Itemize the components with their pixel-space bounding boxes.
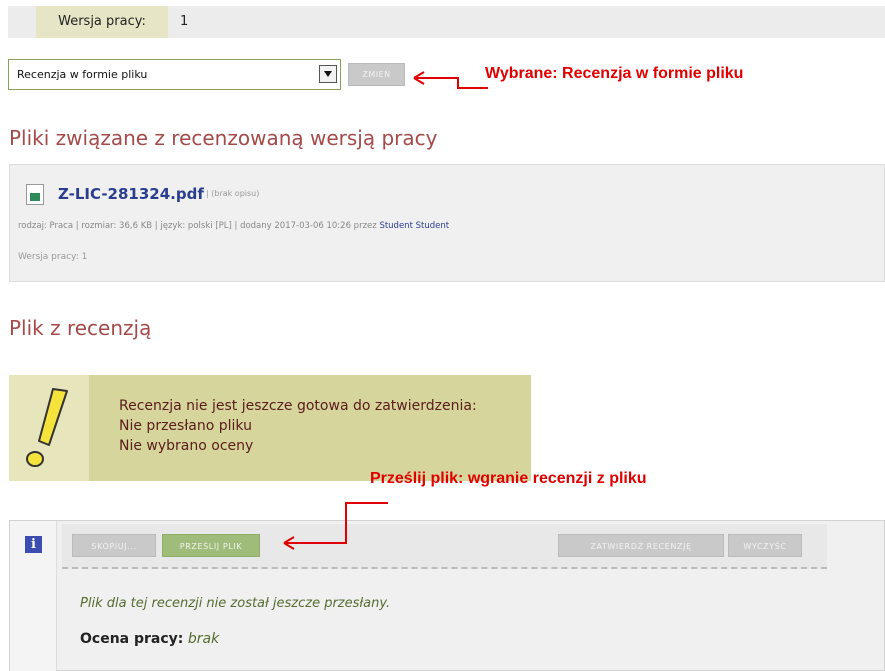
review-type-select[interactable]: Recenzja w formie pliku (8, 59, 341, 90)
warning-box: Recenzja nie jest jeszcze gotowa do zatw… (9, 375, 531, 481)
file-box: Z-LIC-281324.pdf | (brak opisu) rodzaj: … (9, 164, 885, 282)
file-meta: rodzaj: Praca | rozmiar: 36,6 KB | język… (18, 221, 449, 231)
review-type-selected-value: Recenzja w formie pliku (17, 68, 148, 81)
arrow-left-icon (283, 502, 388, 550)
change-button[interactable]: ZMIEŃ (348, 63, 405, 86)
file-version: Wersja pracy: 1 (18, 252, 88, 262)
grade-label: Ocena pracy: (80, 631, 184, 647)
file-meta-text: rodzaj: Praca | rozmiar: 36,6 KB | język… (18, 221, 377, 231)
file-name-link[interactable]: Z-LIC-281324.pdf (58, 185, 204, 203)
info-icon[interactable]: i (25, 536, 42, 553)
warning-line-3: Nie wybrano oceny (119, 438, 254, 454)
info-cell: i (10, 521, 57, 671)
approve-review-button[interactable]: ZATWIERDŹ RECENZJĘ (558, 534, 724, 557)
version-row: Wersja pracy: 1 (8, 6, 885, 38)
grade-value: brak (187, 631, 220, 647)
arrow-left-icon (413, 71, 488, 89)
annotation-selected-note: Wybrane: Recenzja w formie pliku (485, 65, 744, 82)
warning-icon-cell (9, 375, 89, 481)
clear-button[interactable]: WYCZYŚĆ (728, 534, 802, 557)
file-description: | (brak opisu) (206, 189, 260, 198)
version-value: 1 (180, 14, 189, 29)
chevron-down-icon[interactable] (319, 65, 337, 83)
pdf-file-icon (26, 184, 44, 205)
warning-line-1: Recenzja nie jest jeszcze gotowa do zatw… (119, 398, 477, 414)
exclamation-icon (26, 388, 68, 467)
grade-row: Ocena pracy: brak (80, 631, 219, 647)
review-section-heading: Plik z recenzją (9, 316, 152, 340)
annotation-upload-note: Prześlij plik: wgranie recenzji z pliku (370, 470, 647, 487)
warning-line-2: Nie przesłano pliku (119, 418, 252, 434)
upload-file-button[interactable]: PRZEŚLIJ PLIK (162, 534, 260, 557)
version-label: Wersja pracy: (36, 6, 168, 38)
review-toolbar: SKOPIUJ... PRZEŚLIJ PLIK ZATWIERDŹ RECEN… (62, 524, 827, 569)
copy-button[interactable]: SKOPIUJ... (72, 534, 156, 557)
files-section-heading: Pliki związane z recenzowaną wersją prac… (9, 126, 438, 150)
not-uploaded-message: Plik dla tej recenzji nie został jeszcze… (80, 596, 391, 611)
warning-text: Recenzja nie jest jeszcze gotowa do zatw… (119, 396, 477, 456)
review-panel: i SKOPIUJ... PRZEŚLIJ PLIK ZATWIERDŹ REC… (9, 520, 885, 671)
file-author-link[interactable]: Student Student (379, 221, 449, 231)
